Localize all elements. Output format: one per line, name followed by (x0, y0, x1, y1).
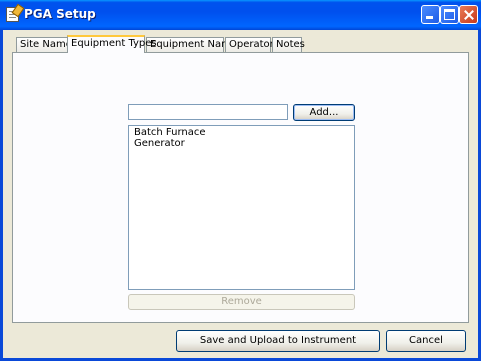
title-bar[interactable]: PGA Setup (0, 0, 481, 30)
equipment-types-list[interactable]: Batch Furnace Generator (128, 125, 355, 290)
list-item[interactable]: Batch Furnace (134, 127, 349, 138)
tab-site-names[interactable]: Site Names (16, 37, 77, 52)
maximize-icon[interactable] (440, 5, 459, 24)
minimize-icon[interactable] (421, 5, 440, 24)
add-button[interactable]: Add... (293, 104, 355, 121)
equipment-type-input[interactable] (128, 104, 288, 120)
window-title: PGA Setup (24, 7, 96, 21)
remove-button[interactable]: Remove (128, 294, 355, 310)
cancel-button[interactable]: Cancel (386, 330, 466, 352)
close-icon[interactable] (459, 5, 478, 24)
app-notepad-icon (6, 7, 19, 22)
save-and-upload-button[interactable]: Save and Upload to Instrument (176, 330, 380, 352)
list-item[interactable]: Generator (134, 138, 349, 149)
tab-operators[interactable]: Operators (225, 37, 279, 52)
tab-equipment-types[interactable]: Equipment Types (67, 35, 157, 53)
tab-equipment-names[interactable]: Equipment Names (146, 37, 242, 52)
tab-notes[interactable]: Notes (272, 37, 305, 52)
